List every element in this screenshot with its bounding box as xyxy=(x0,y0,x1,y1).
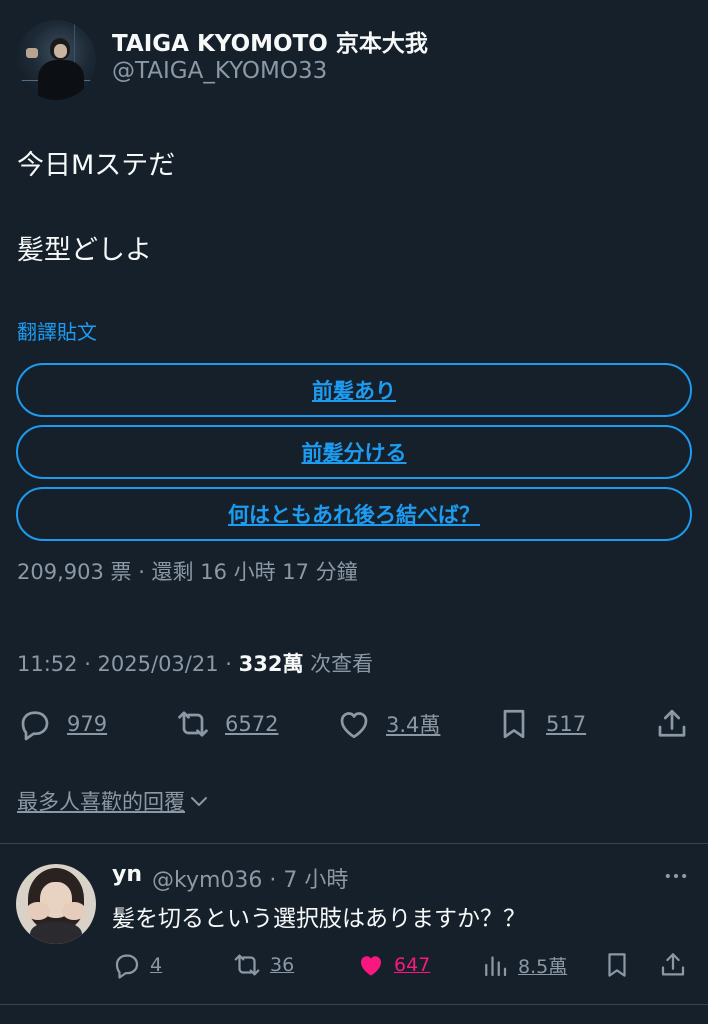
bookmark-button[interactable]: 517 xyxy=(496,704,586,744)
avatar-detail xyxy=(38,60,84,100)
reply-text: 髪を切るという選択肢はありますか？？ xyxy=(112,906,526,932)
author-avatar[interactable] xyxy=(16,20,96,100)
poll-option-1[interactable]: 前髪あり xyxy=(16,363,692,417)
reply-button[interactable]: 979 xyxy=(17,704,107,744)
bookmark-icon xyxy=(503,709,525,739)
repost-icon xyxy=(178,711,208,737)
reply-share-button[interactable] xyxy=(658,948,688,982)
reply-bookmark-button[interactable] xyxy=(602,948,632,982)
reply-icon xyxy=(115,954,139,979)
like-button[interactable]: 3.4萬 xyxy=(336,704,440,744)
reply-like-count: 647 xyxy=(394,954,431,976)
reply-author-handle-time[interactable]: @kym036 · 7 小時 xyxy=(152,862,348,894)
bookmark-icon xyxy=(608,953,626,977)
chevron-down-icon xyxy=(191,797,207,806)
tweet-text-line-1: 今日Mステだ xyxy=(17,150,176,181)
share-button[interactable] xyxy=(654,704,690,744)
divider xyxy=(0,1004,708,1005)
avatar-detail xyxy=(26,902,50,920)
tweet-text-line-2: 髪型どしよ xyxy=(17,235,152,266)
repost-icon xyxy=(234,954,260,976)
sort-replies-label: 最多人喜歡的回覆 xyxy=(17,790,185,814)
reply-author-name[interactable]: yn xyxy=(112,862,142,887)
views-icon xyxy=(485,956,507,977)
views-label: 次查看 xyxy=(303,652,374,676)
tweet-meta: 11:52 · 2025/03/21 · 332萬 次查看 xyxy=(17,648,373,678)
avatar-detail xyxy=(26,48,38,58)
reply-reply-button[interactable]: 4 xyxy=(112,948,162,982)
divider xyxy=(0,843,708,844)
bookmark-count: 517 xyxy=(546,712,587,736)
heart-icon xyxy=(361,956,381,976)
reply-views-count: 8.5萬 xyxy=(518,955,568,978)
repost-count: 6572 xyxy=(225,712,279,736)
reply-count: 979 xyxy=(67,712,108,736)
poll-option-3[interactable]: 何はともあれ後ろ結べば？ xyxy=(16,487,692,541)
reply-views-button[interactable]: 8.5萬 xyxy=(480,948,567,982)
poll-votes-and-time-remaining: 209,903 票 · 還剩 16 小時 17 分鐘 xyxy=(17,560,358,584)
share-icon xyxy=(658,709,686,737)
author-name[interactable]: TAIGA KYOMOTO 京本大我 xyxy=(112,24,428,58)
like-count: 3.4萬 xyxy=(386,713,441,737)
reply-icon xyxy=(21,711,49,741)
avatar-detail xyxy=(30,922,82,944)
reply-like-button[interactable]: 647 xyxy=(356,948,430,982)
poll-option-2[interactable]: 前髪分ける xyxy=(16,425,692,479)
tweet-timestamp[interactable]: 11:52 · 2025/03/21 · xyxy=(17,652,239,676)
reply-more-button[interactable] xyxy=(660,862,692,890)
avatar-detail xyxy=(54,44,67,58)
sort-replies-dropdown[interactable]: 最多人喜歡的回覆 xyxy=(17,786,211,816)
share-icon xyxy=(661,953,685,976)
reply-reply-count: 4 xyxy=(150,954,163,976)
reply-repost-count: 36 xyxy=(270,954,295,976)
repost-button[interactable]: 6572 xyxy=(175,704,278,744)
heart-icon xyxy=(340,712,368,739)
avatar-detail xyxy=(62,902,86,920)
more-icon xyxy=(665,873,687,879)
reply-author-avatar[interactable] xyxy=(16,864,96,944)
author-handle[interactable]: @TAIGA_KYOMO33 xyxy=(112,58,327,84)
views-count: 332萬 xyxy=(238,652,304,676)
reply-repost-button[interactable]: 36 xyxy=(232,948,294,982)
translate-post-link[interactable]: 翻譯貼文 xyxy=(17,316,97,345)
